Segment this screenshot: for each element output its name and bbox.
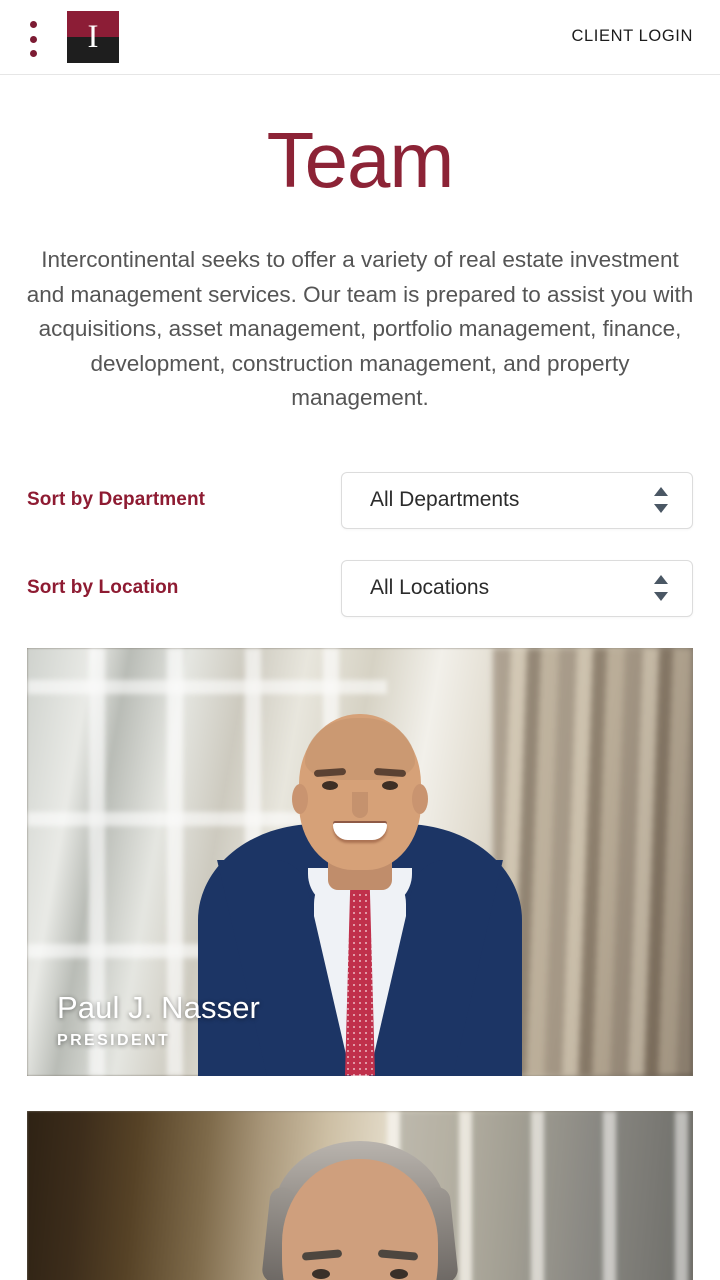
logo-letter: I xyxy=(87,18,99,55)
member-portrait xyxy=(27,1111,693,1280)
filter-label-location: Sort by Location xyxy=(27,577,179,598)
arrow-down-icon xyxy=(653,504,668,513)
team-member-card[interactable] xyxy=(27,1110,693,1280)
main-content: Team Intercontinental seeks to offer a v… xyxy=(0,121,720,1280)
location-select[interactable]: All Locations xyxy=(341,559,693,617)
kebab-menu-icon[interactable] xyxy=(27,21,39,57)
menu-dot xyxy=(29,21,37,28)
site-header: I CLIENT LOGIN xyxy=(0,0,720,75)
brand-logo[interactable]: I xyxy=(67,11,119,63)
member-name: Paul J. Nasser xyxy=(57,989,260,1025)
member-role: PRESIDENT xyxy=(57,1031,171,1049)
menu-dot xyxy=(29,35,37,43)
filter-section: Sort by Department All Departments Sort … xyxy=(0,471,720,617)
arrow-up-icon xyxy=(653,487,668,496)
sort-arrows-icon xyxy=(653,487,668,513)
page-title: Team xyxy=(266,116,455,204)
team-member-list: Paul J. Nasser PRESIDENT xyxy=(0,647,720,1280)
location-select-value: All Locations xyxy=(370,576,490,599)
team-member-card[interactable]: Paul J. Nasser PRESIDENT xyxy=(27,647,693,1076)
filter-row-location: Sort by Location All Locations xyxy=(27,559,693,617)
member-photo xyxy=(27,1110,693,1280)
arrow-up-icon xyxy=(653,575,668,584)
menu-dot xyxy=(29,50,37,57)
filter-row-department: Sort by Department All Departments xyxy=(27,471,693,529)
arrow-down-icon xyxy=(653,592,668,601)
member-caption: Paul J. Nasser PRESIDENT xyxy=(57,990,260,1050)
intro-paragraph: Intercontinental seeks to offer a variet… xyxy=(26,247,694,410)
sort-arrows-icon xyxy=(653,575,668,601)
department-select[interactable]: All Departments xyxy=(341,471,693,529)
department-select-value: All Departments xyxy=(370,488,520,511)
client-login-link[interactable]: CLIENT LOGIN xyxy=(571,27,693,46)
filter-label-department: Sort by Department xyxy=(27,489,206,510)
